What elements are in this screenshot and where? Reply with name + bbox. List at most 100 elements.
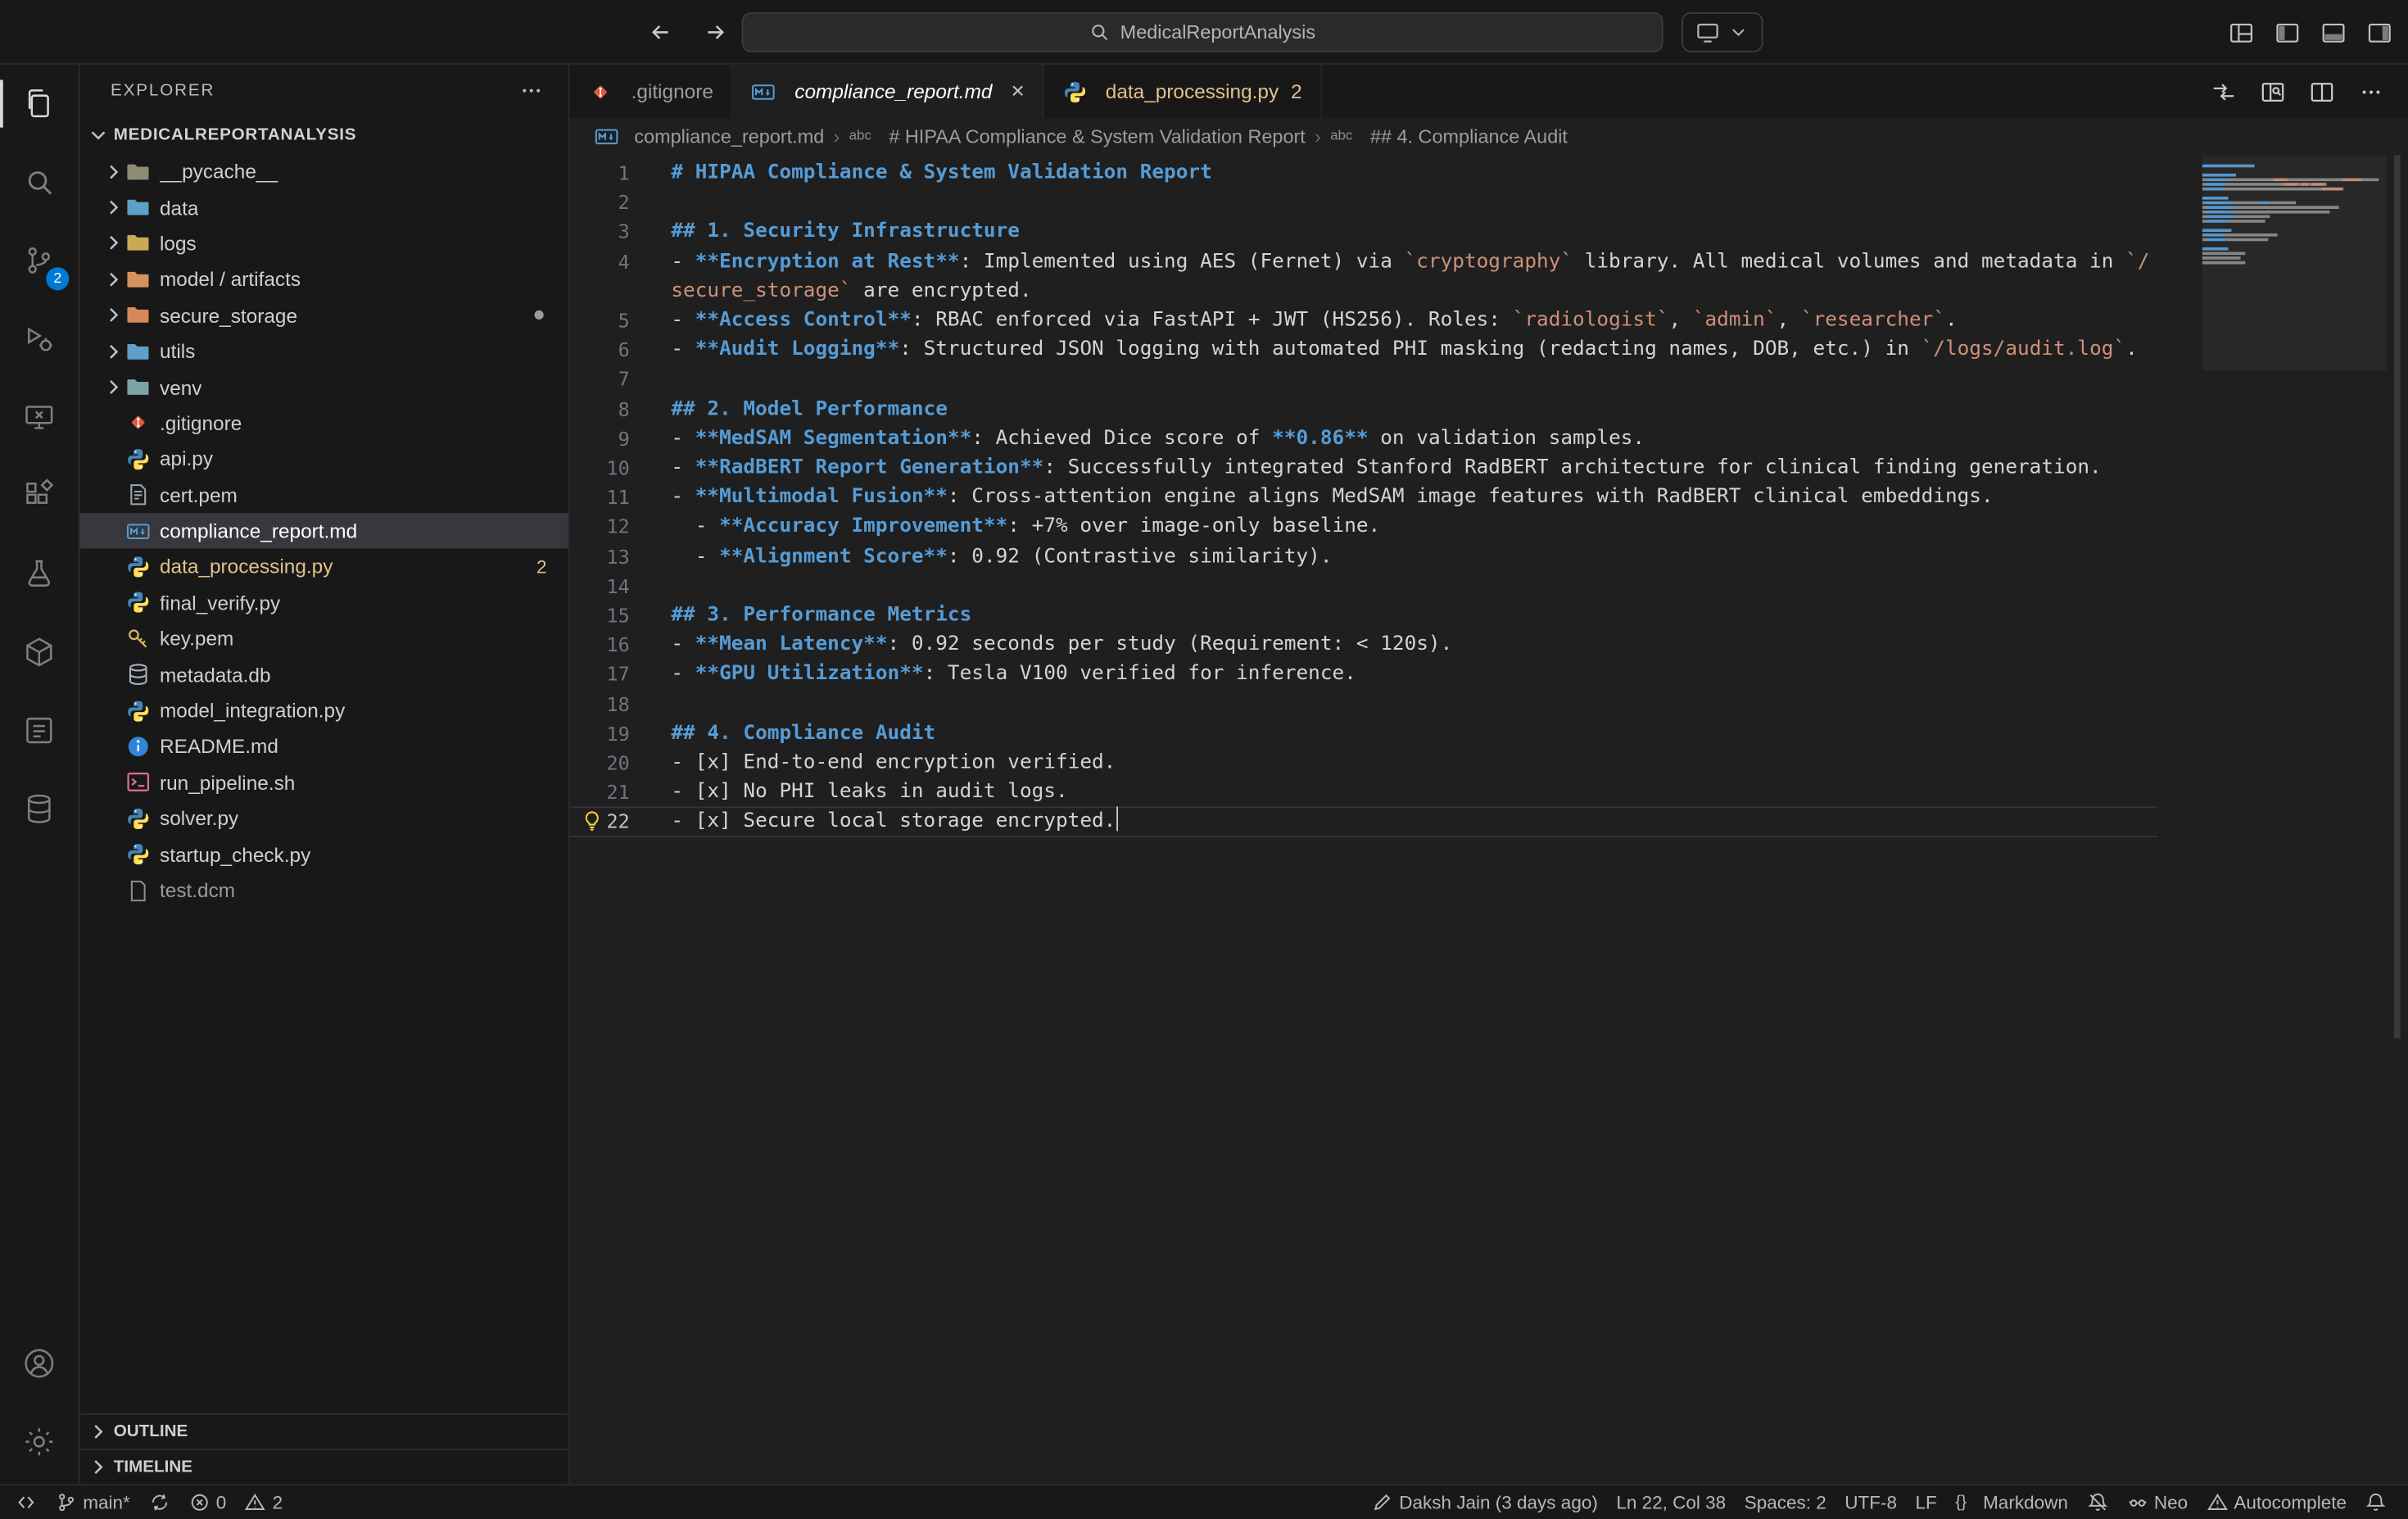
explorer-more-actions-icon[interactable] [519, 79, 544, 103]
activity-extensions-icon[interactable] [0, 456, 79, 535]
activity-container-icon[interactable] [0, 769, 79, 848]
code-line-9[interactable]: 9- **MedSAM Segmentation**: Achieved Dic… [570, 424, 2158, 453]
command-center[interactable]: MedicalReportAnalysis [742, 12, 1663, 52]
breadcrumb-item[interactable]: compliance_report.md [595, 125, 825, 149]
tree-item-cert.pem[interactable]: cert.pem [80, 477, 568, 513]
editor[interactable]: 1# HIPAA Compliance & System Validation … [570, 155, 2408, 1484]
code-line-15[interactable]: 15## 3. Performance Metrics [570, 601, 2158, 630]
status-do-not-disturb[interactable] [2077, 1485, 2117, 1519]
code-line-16[interactable]: 16- **Mean Latency**: 0.92 seconds per s… [570, 630, 2158, 660]
activity-search-icon[interactable] [0, 143, 79, 221]
code-line-19[interactable]: 19## 4. Compliance Audit [570, 719, 2158, 748]
status-sync-changes[interactable] [139, 1485, 179, 1519]
tree-item-model_integration.py[interactable]: model_integration.py [80, 692, 568, 728]
activity-account-icon[interactable] [0, 1324, 79, 1403]
activity-remote-explorer-icon[interactable] [0, 378, 79, 456]
tree-item-test.dcm[interactable]: test.dcm [80, 873, 568, 909]
back-icon[interactable] [648, 20, 672, 44]
code-line-21[interactable]: 21- [x] No PHI leaks in audit logs. [570, 778, 2158, 807]
tree-item-data[interactable]: data [80, 189, 568, 225]
tree-item-run_pipeline.sh[interactable]: run_pipeline.sh [80, 764, 568, 800]
open-changes-icon[interactable] [2211, 79, 2236, 104]
panel-left-icon[interactable] [2274, 19, 2301, 45]
code-line-13[interactable]: 13 - **Alignment Score**: 0.92 (Contrast… [570, 542, 2158, 571]
activity-settings-icon[interactable] [0, 1403, 79, 1481]
tree-item-secure_storage[interactable]: secure_storage [80, 297, 568, 333]
status-autocomplete[interactable]: Autocomplete [2197, 1485, 2356, 1519]
tab-.gitignore[interactable]: .gitignore [570, 65, 734, 119]
status-problems-errors[interactable]: 0 [179, 1485, 236, 1519]
code-line-8[interactable]: 8## 2. Model Performance [570, 394, 2158, 424]
activity-source-control-icon[interactable]: 2 [0, 221, 79, 300]
more-actions-icon[interactable] [2359, 79, 2383, 104]
code-line-11[interactable]: 11- **Multimodal Fusion**: Cross-attenti… [570, 483, 2158, 512]
workspace-root-folder[interactable]: MEDICALREPORTANALYSIS [80, 117, 568, 154]
tree-item-solver.py[interactable]: solver.py [80, 800, 568, 837]
tree-item-key.pem[interactable]: key.pem [80, 621, 568, 657]
minimap[interactable] [2202, 155, 2387, 264]
status-notifications[interactable] [2356, 1485, 2396, 1519]
customize-layout-icon[interactable] [2229, 19, 2255, 45]
tree-item-logs[interactable]: logs [80, 225, 568, 261]
section-timeline[interactable]: TIMELINE [80, 1449, 568, 1484]
panel-bottom-icon[interactable] [2320, 19, 2347, 45]
status-neo[interactable]: Neo [2117, 1485, 2198, 1519]
tree-item-api.py[interactable]: api.py [80, 441, 568, 477]
status-eol[interactable]: LF [1906, 1485, 1946, 1519]
tab-compliance_report.md[interactable]: compliance_report.md× [733, 65, 1043, 119]
forward-icon[interactable] [704, 20, 728, 44]
activity-testing-icon[interactable] [0, 535, 79, 614]
panel-right-icon[interactable] [2366, 19, 2392, 45]
status-remote-indicator[interactable] [7, 1485, 47, 1519]
status-git-branch[interactable]: main* [46, 1485, 139, 1519]
tree-item-.gitignore[interactable]: .gitignore [80, 406, 568, 442]
tree-item-compliance_report.md[interactable]: compliance_report.md [80, 513, 568, 549]
breadcrumb-item[interactable]: abc# HIPAA Compliance & System Validatio… [849, 125, 1306, 149]
code-line-3[interactable]: 3## 1. Security Infrastructure [570, 217, 2158, 247]
tree-item-venv[interactable]: venv [80, 370, 568, 406]
tree-item-model-artifacts[interactable]: model / artifacts [80, 261, 568, 297]
code-line-4[interactable]: 4- **Encryption at Rest**: Implemented u… [570, 247, 2158, 306]
editor-scrollbar[interactable] [2387, 155, 2408, 1484]
tree-item-utils[interactable]: utils [80, 333, 568, 370]
section-outline[interactable]: OUTLINE [80, 1413, 568, 1449]
tree-item-label: key.pem [160, 627, 233, 650]
lightbulb-icon[interactable] [581, 810, 604, 833]
tree-item-__pycache__[interactable]: __pycache__ [80, 154, 568, 190]
activity-explorer-icon[interactable] [0, 65, 79, 143]
status-encoding[interactable]: UTF-8 [1835, 1485, 1906, 1519]
tree-item-metadata.db[interactable]: metadata.db [80, 657, 568, 693]
code-line-10[interactable]: 10- **RadBERT Report Generation**: Succe… [570, 453, 2158, 483]
status-git-blame[interactable]: Daksh Jain (3 days ago) [1362, 1485, 1607, 1519]
code-line-2[interactable]: 2 [570, 188, 2158, 217]
status-indentation[interactable]: Spaces: 2 [1735, 1485, 1835, 1519]
open-preview-icon[interactable] [2261, 79, 2285, 104]
code-line-5[interactable]: 5- **Access Control**: RBAC enforced via… [570, 306, 2158, 335]
code-line-18[interactable]: 18 [570, 689, 2158, 719]
tree-item-readme.md[interactable]: README.md [80, 728, 568, 764]
activity-run-debug-icon[interactable] [0, 300, 79, 379]
tree-item-final_verify.py[interactable]: final_verify.py [80, 585, 568, 621]
tree-item-data_processing.py[interactable]: data_processing.py2 [80, 549, 568, 585]
tree-item-startup_check.py[interactable]: startup_check.py [80, 837, 568, 873]
code-line-1[interactable]: 1# HIPAA Compliance & System Validation … [570, 158, 2158, 188]
close-tab-icon[interactable]: × [1011, 80, 1024, 103]
code-line-7[interactable]: 7 [570, 365, 2158, 394]
code-line-17[interactable]: 17- **GPU Utilization**: Tesla V100 veri… [570, 660, 2158, 689]
code-line-22[interactable]: 22- [x] Secure local storage encrypted. [570, 807, 2158, 837]
status-cursor-position[interactable]: Ln 22, Col 38 [1607, 1485, 1735, 1519]
scrollbar-thumb[interactable] [2394, 155, 2401, 1038]
code-line-14[interactable]: 14 [570, 571, 2158, 601]
status-problems-warnings[interactable]: 2 [236, 1485, 292, 1519]
status-language-mode[interactable]: {}Markdown [1946, 1485, 2077, 1519]
minimap-slider[interactable] [2202, 155, 2387, 370]
activity-package-icon[interactable] [0, 613, 79, 691]
split-editor-icon[interactable] [2310, 79, 2334, 104]
code-line-20[interactable]: 20- [x] End-to-end encryption verified. [570, 748, 2158, 778]
breadcrumb-item[interactable]: abc## 4. Compliance Audit [1330, 125, 1568, 149]
window-tools-button[interactable] [1682, 12, 1763, 52]
tab-data_processing.py[interactable]: data_processing.py2 [1044, 65, 1322, 119]
code-line-12[interactable]: 12 - **Accuracy Improvement**: +7% over … [570, 512, 2158, 542]
code-line-6[interactable]: 6- **Audit Logging**: Structured JSON lo… [570, 335, 2158, 365]
activity-notebook-icon[interactable] [0, 691, 79, 770]
